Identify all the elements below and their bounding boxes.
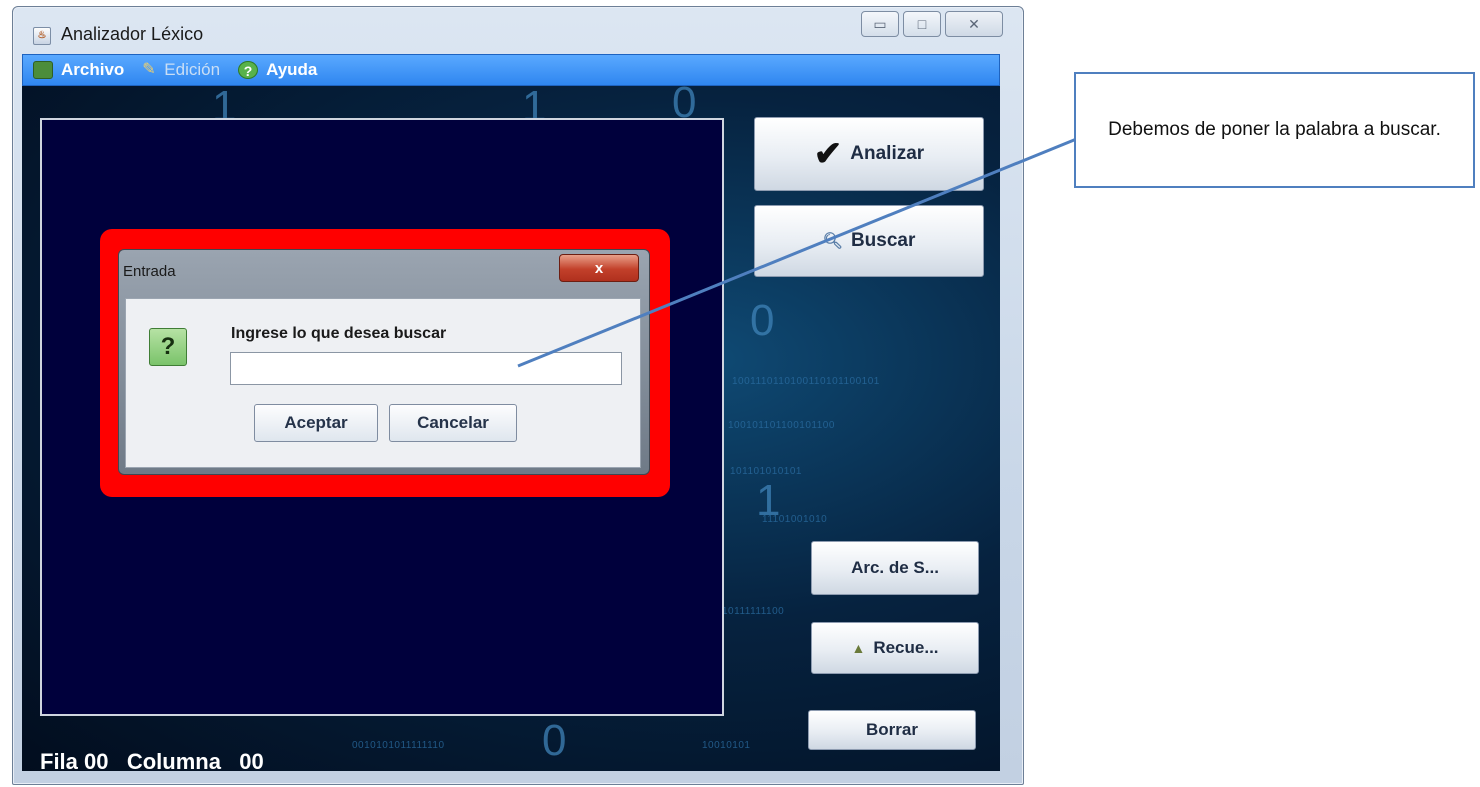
annotation-callout: Debemos de poner la palabra a buscar. [1074, 72, 1475, 188]
background-bits: 10111111100 [722, 606, 785, 617]
maximize-button[interactable]: □ [903, 11, 941, 37]
cancelar-button[interactable]: Cancelar [389, 404, 517, 442]
recuento-label: Recue... [873, 638, 939, 657]
menu-archivo-label: Archivo [61, 60, 125, 79]
analizar-button[interactable]: ✔ Analizar [754, 117, 984, 191]
background-bits: 101101010101 [730, 466, 802, 477]
dialog-close-button[interactable]: x [559, 254, 639, 282]
archivo-salida-label: Arc. de S... [851, 558, 939, 577]
input-dialog: Entrada x ? Ingrese lo que desea buscar … [118, 249, 650, 475]
analizar-label: Analizar [850, 143, 925, 164]
checkmark-icon: ✔ [813, 135, 843, 173]
background-bits: 100101101100101100 [728, 420, 835, 431]
count-icon: ▲ [851, 640, 866, 656]
background-bits: 0010101011111110 [352, 740, 445, 751]
menu-edicion-label: Edición [164, 60, 221, 79]
window-controls: ▭ □ ✕ [861, 11, 1003, 37]
search-input[interactable] [230, 352, 622, 385]
borrar-button[interactable]: Borrar [808, 710, 976, 750]
title-bar[interactable]: ♨ Analizador Léxico ▭ □ ✕ [13, 7, 1023, 57]
background-bits: 11101001010 [762, 514, 828, 525]
background-digit: 0 [750, 296, 775, 345]
dialog-body: ? Ingrese lo que desea buscar Aceptar Ca… [125, 298, 641, 468]
java-app-icon: ♨ [33, 27, 51, 45]
menu-ayuda[interactable]: ? Ayuda [238, 60, 317, 80]
callout-text: Debemos de poner la palabra a buscar. [1108, 118, 1441, 140]
buscar-label: Buscar [850, 230, 916, 251]
archivo-salida-button[interactable]: Arc. de S... [811, 541, 979, 595]
dialog-title: Entrada [123, 263, 176, 280]
search-icon: 🔍︎ [822, 233, 843, 250]
menu-edicion[interactable]: ✎ Edición [142, 60, 220, 80]
menu-ayuda-label: Ayuda [266, 60, 318, 79]
question-icon: ? [149, 328, 187, 366]
menu-archivo[interactable]: Archivo [33, 60, 124, 80]
recuento-button[interactable]: ▲ Recue... [811, 622, 979, 674]
cursor-position-status: Fila 00 Columna 00 [40, 749, 264, 774]
close-window-button[interactable]: ✕ [945, 11, 1003, 37]
pencil-icon: ✎ [142, 61, 156, 78]
minimize-button[interactable]: ▭ [861, 11, 899, 37]
background-bits: 10010101 [702, 740, 751, 751]
background-bits: 1001110110100110101100101 [732, 376, 880, 387]
borrar-label: Borrar [866, 720, 918, 739]
folder-icon [33, 61, 53, 79]
menu-bar: Archivo ✎ Edición ? Ayuda [22, 54, 1000, 86]
dialog-prompt: Ingrese lo que desea buscar [231, 325, 447, 342]
aceptar-button[interactable]: Aceptar [254, 404, 378, 442]
help-icon: ? [238, 61, 259, 79]
buscar-button[interactable]: 🔍︎ Buscar [754, 205, 984, 277]
window-title: Analizador Léxico [61, 24, 204, 44]
background-digit: 0 [542, 716, 567, 765]
